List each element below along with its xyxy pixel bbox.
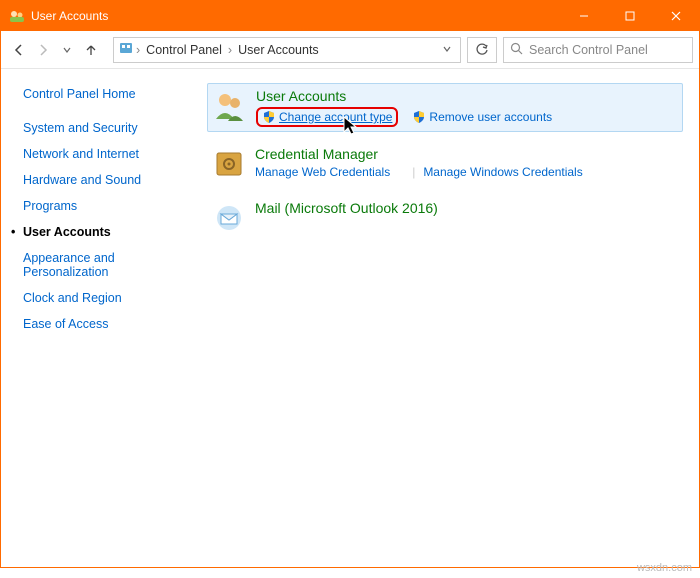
shield-icon bbox=[412, 110, 426, 124]
window-frame: User Accounts › Control Panel › User Acc… bbox=[0, 0, 700, 568]
chevron-right-icon[interactable]: › bbox=[226, 43, 234, 57]
sidebar-item-programs[interactable]: Programs bbox=[23, 199, 179, 213]
breadcrumb-root-icon[interactable] bbox=[118, 40, 134, 59]
address-dropdown-button[interactable] bbox=[438, 43, 456, 57]
task-change-account-type[interactable]: Change account type bbox=[256, 107, 398, 127]
mail-icon bbox=[211, 200, 247, 236]
back-button[interactable] bbox=[7, 38, 31, 62]
sidebar-item-system-security[interactable]: System and Security bbox=[23, 121, 179, 135]
category-credential-manager: Credential Manager Manage Web Credential… bbox=[207, 142, 683, 186]
minimize-button[interactable] bbox=[561, 1, 607, 31]
task-label: Remove user accounts bbox=[429, 110, 552, 124]
category-user-accounts: User Accounts Change account type Remove… bbox=[207, 83, 683, 132]
search-input[interactable]: Search Control Panel bbox=[503, 37, 693, 63]
main-panel: User Accounts Change account type Remove… bbox=[191, 69, 699, 567]
watermark: wsxdn.com bbox=[637, 562, 692, 574]
sidebar-item-clock-region[interactable]: Clock and Region bbox=[23, 291, 179, 305]
window-title: User Accounts bbox=[31, 9, 108, 23]
divider: | bbox=[412, 165, 415, 179]
refresh-button[interactable] bbox=[467, 37, 497, 63]
search-placeholder: Search Control Panel bbox=[529, 43, 648, 57]
search-icon bbox=[510, 42, 523, 58]
category-mail: Mail (Microsoft Outlook 2016) bbox=[207, 196, 683, 240]
task-manage-windows-credentials[interactable]: Manage Windows Credentials bbox=[423, 165, 582, 179]
sidebar-item-hardware-sound[interactable]: Hardware and Sound bbox=[23, 173, 179, 187]
chevron-right-icon[interactable]: › bbox=[134, 43, 142, 57]
category-title[interactable]: Mail (Microsoft Outlook 2016) bbox=[255, 200, 679, 216]
task-remove-user-accounts[interactable]: Remove user accounts bbox=[412, 107, 552, 127]
sidebar-item-user-accounts[interactable]: User Accounts bbox=[23, 225, 179, 239]
task-label: Change account type bbox=[279, 110, 392, 124]
sidebar-home[interactable]: Control Panel Home bbox=[23, 87, 179, 101]
recent-locations-button[interactable] bbox=[55, 38, 79, 62]
category-title[interactable]: Credential Manager bbox=[255, 146, 679, 162]
up-button[interactable] bbox=[79, 38, 103, 62]
toolbar: › Control Panel › User Accounts Search C… bbox=[1, 31, 699, 69]
sidebar-item-network-internet[interactable]: Network and Internet bbox=[23, 147, 179, 161]
sidebar-item-ease-of-access[interactable]: Ease of Access bbox=[23, 317, 179, 331]
app-icon bbox=[9, 8, 25, 24]
close-button[interactable] bbox=[653, 1, 699, 31]
forward-button[interactable] bbox=[31, 38, 55, 62]
sidebar-item-appearance[interactable]: Appearance and Personalization bbox=[23, 251, 179, 279]
users-icon bbox=[212, 88, 248, 124]
task-label: Manage Windows Credentials bbox=[423, 165, 582, 179]
breadcrumb-control-panel[interactable]: Control Panel bbox=[142, 43, 226, 57]
breadcrumb-user-accounts[interactable]: User Accounts bbox=[234, 43, 323, 57]
maximize-button[interactable] bbox=[607, 1, 653, 31]
shield-icon bbox=[262, 110, 276, 124]
category-title[interactable]: User Accounts bbox=[256, 88, 678, 104]
sidebar: Control Panel Home System and Security N… bbox=[1, 69, 191, 567]
safe-icon bbox=[211, 146, 247, 182]
task-label: Manage Web Credentials bbox=[255, 165, 390, 179]
titlebar: User Accounts bbox=[1, 1, 699, 31]
task-manage-web-credentials[interactable]: Manage Web Credentials bbox=[255, 165, 390, 179]
address-bar[interactable]: › Control Panel › User Accounts bbox=[113, 37, 461, 63]
